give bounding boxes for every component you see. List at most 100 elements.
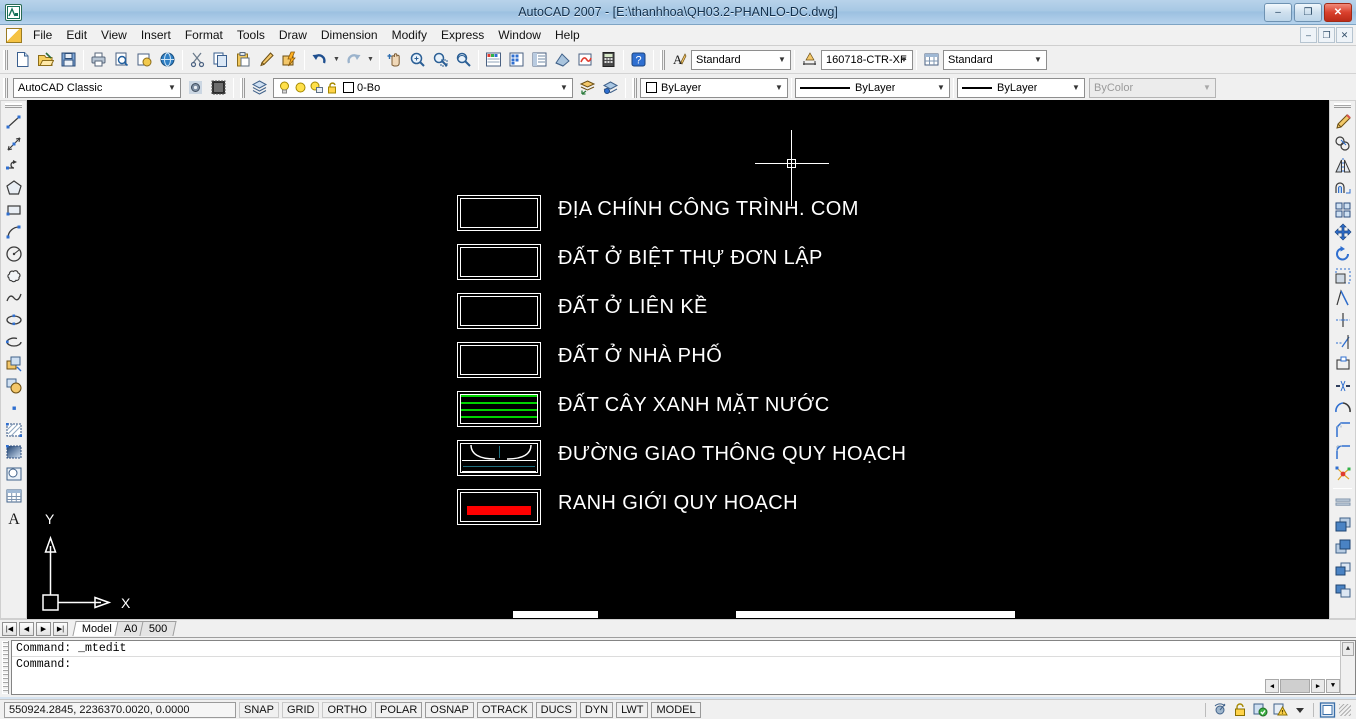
tab-next-button[interactable]: ▶ [36, 621, 51, 636]
close-button[interactable]: ✕ [1324, 3, 1352, 22]
tab-first-button[interactable]: |◀ [2, 621, 17, 636]
chevron-down-icon[interactable]: ▼ [771, 79, 787, 97]
move-icon[interactable] [1331, 221, 1354, 243]
menu-item-dimension[interactable]: Dimension [314, 26, 385, 44]
status-toggle-dyn[interactable]: DYN [579, 701, 614, 718]
dimension-style-combo[interactable]: 160718-CTR-XF ▼ [821, 49, 913, 70]
sheet-set-icon[interactable] [551, 48, 574, 71]
region-icon[interactable] [2, 463, 25, 485]
table-icon[interactable] [2, 485, 25, 507]
status-toggle-snap[interactable]: SNAP [239, 701, 279, 718]
layer-previous-icon[interactable] [576, 76, 599, 99]
menu-item-modify[interactable]: Modify [385, 26, 434, 44]
color-combo[interactable]: ByLayer ▼ [640, 77, 788, 98]
tray-chevron-icon[interactable] [1291, 702, 1308, 718]
scroll-right-icon[interactable]: ▶ [1311, 679, 1325, 693]
line-icon[interactable] [2, 111, 25, 133]
status-toggle-otrack[interactable]: OTRACK [476, 701, 533, 718]
drawing-canvas[interactable]: ĐỊA CHÍNH CÔNG TRÌNH. COM ĐẤT Ở BIỆT THỰ… [27, 100, 1329, 619]
communication-center-icon[interactable] [1211, 702, 1228, 718]
status-toggle-model[interactable]: MODEL [651, 701, 701, 718]
break-at-point-icon[interactable] [1331, 353, 1354, 375]
ellipse-arc-icon[interactable] [2, 331, 25, 353]
undo-dropdown-icon[interactable]: ▼ [331, 48, 342, 71]
explode-icon[interactable] [1331, 463, 1354, 485]
layer-combo[interactable]: 0-Bo ▼ [273, 77, 573, 98]
menu-item-file[interactable]: File [26, 26, 59, 44]
scroll-up-icon[interactable]: ▲ [1342, 642, 1354, 656]
circle-icon[interactable] [2, 243, 25, 265]
array-icon[interactable] [1331, 199, 1354, 221]
offset-icon[interactable] [1331, 177, 1354, 199]
draw-order-icon[interactable] [1331, 492, 1354, 514]
insert-block-icon[interactable] [2, 353, 25, 375]
mirror-icon[interactable] [1331, 155, 1354, 177]
command-window-grip[interactable] [2, 641, 9, 694]
send-under-icon[interactable] [1331, 580, 1354, 602]
trusted-autodesk-icon[interactable] [1271, 702, 1288, 718]
workspace-combo[interactable]: AutoCAD Classic ▼ [13, 77, 181, 98]
scroll-down-icon[interactable]: ▼ [1326, 679, 1340, 693]
chevron-down-icon[interactable]: ▼ [933, 79, 949, 97]
construction-line-icon[interactable] [2, 133, 25, 155]
status-toggle-grid[interactable]: GRID [281, 701, 320, 718]
zoom-realtime-icon[interactable] [406, 48, 429, 71]
bring-to-front-icon[interactable] [1331, 514, 1354, 536]
scroll-left-icon[interactable]: ◀ [1265, 679, 1279, 693]
plot-preview-icon[interactable] [110, 48, 133, 71]
scale-icon[interactable] [1331, 265, 1354, 287]
layer-manager-icon[interactable] [248, 76, 271, 99]
gradient-icon[interactable] [2, 441, 25, 463]
status-toggle-polar[interactable]: POLAR [375, 701, 423, 718]
erase-icon[interactable] [1331, 111, 1354, 133]
validate-standards-icon[interactable] [1251, 702, 1268, 718]
stretch-icon[interactable] [1331, 287, 1354, 309]
undo-icon[interactable] [308, 48, 331, 71]
toolbar-grip[interactable] [3, 49, 8, 70]
menu-item-window[interactable]: Window [491, 26, 548, 44]
menu-item-draw[interactable]: Draw [272, 26, 314, 44]
tool-palettes-icon[interactable] [528, 48, 551, 71]
draw-toolbar-grip[interactable] [5, 103, 22, 108]
fillet-icon[interactable] [1331, 441, 1354, 463]
mdi-minimize-button[interactable]: – [1300, 27, 1317, 43]
spline-icon[interactable] [2, 287, 25, 309]
rectangle-icon[interactable] [2, 199, 25, 221]
designcenter-icon[interactable] [505, 48, 528, 71]
copy-icon[interactable] [209, 48, 232, 71]
tab-prev-button[interactable]: ◀ [19, 621, 34, 636]
chamfer-icon[interactable] [1331, 419, 1354, 441]
publish-icon[interactable] [133, 48, 156, 71]
calculator-icon[interactable] [597, 48, 620, 71]
minimize-button[interactable]: – [1264, 3, 1292, 22]
rotate-icon[interactable] [1331, 243, 1354, 265]
chevron-down-icon[interactable]: ▼ [164, 79, 180, 97]
help-icon[interactable]: ? [627, 48, 650, 71]
text-style-icon[interactable]: A [668, 48, 691, 71]
manage-xrefs-icon[interactable] [1231, 702, 1248, 718]
properties-icon[interactable] [482, 48, 505, 71]
layer-state-icon[interactable] [599, 76, 622, 99]
redo-dropdown-icon[interactable]: ▼ [365, 48, 376, 71]
workspace-panel-icon[interactable] [207, 76, 230, 99]
point-icon[interactable] [2, 397, 25, 419]
command-history[interactable]: Command: _mtedit Command: ▲ ◀ ▶ ▼ [11, 640, 1356, 695]
styles-toolbar-grip[interactable] [660, 49, 665, 70]
new-icon[interactable] [11, 48, 34, 71]
menu-item-format[interactable]: Format [178, 26, 230, 44]
table-style-icon[interactable] [920, 48, 943, 71]
menu-item-insert[interactable]: Insert [134, 26, 178, 44]
scroll-thumb[interactable] [1280, 679, 1310, 693]
redo-icon[interactable] [342, 48, 365, 71]
workspaces-toolbar-grip[interactable] [3, 77, 8, 98]
mdi-close-button[interactable]: ✕ [1336, 27, 1353, 43]
workspace-settings-icon[interactable] [184, 76, 207, 99]
paste-icon[interactable] [232, 48, 255, 71]
menu-item-tools[interactable]: Tools [230, 26, 272, 44]
make-block-icon[interactable] [2, 375, 25, 397]
layers-toolbar-grip[interactable] [240, 77, 245, 98]
etransmit-icon[interactable] [156, 48, 179, 71]
coordinates-display[interactable]: 550924.2845, 2236370.0020, 0.0000 [4, 701, 236, 718]
lineweight-combo[interactable]: ByLayer ▼ [957, 77, 1085, 98]
block-editor-icon[interactable] [278, 48, 301, 71]
